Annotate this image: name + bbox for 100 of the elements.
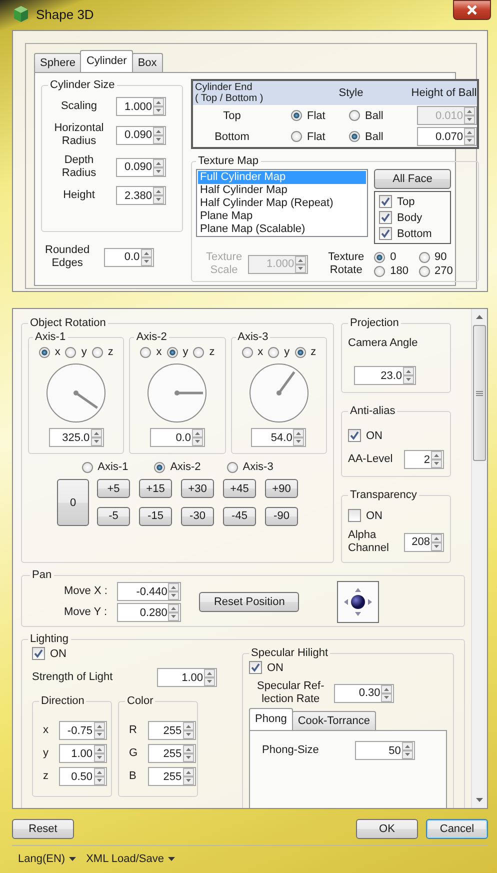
- radio-label[interactable]: Ball: [365, 130, 384, 142]
- radio-label[interactable]: x: [258, 346, 264, 358]
- checkbox[interactable]: [379, 195, 392, 208]
- dropdown-menu[interactable]: XML Load/Save: [86, 853, 175, 865]
- spin-arrows-icon[interactable]: [168, 583, 180, 600]
- number-field[interactable]: -0.75: [58, 721, 106, 740]
- spin-arrows-icon[interactable]: [182, 745, 194, 762]
- radio-button[interactable]: [291, 131, 302, 142]
- radio-button[interactable]: [374, 252, 386, 262]
- cancel-button[interactable]: Cancel: [426, 819, 488, 839]
- radio-button[interactable]: [349, 131, 360, 142]
- angle-dial[interactable]: [248, 363, 309, 423]
- radio-button[interactable]: [294, 346, 306, 358]
- radio-label[interactable]: 180: [390, 265, 409, 277]
- radio-button[interactable]: [242, 346, 253, 358]
- radio-label[interactable]: x: [156, 346, 162, 358]
- number-field[interactable]: 0.30: [334, 684, 394, 702]
- texture-map-list[interactable]: Full Cylinder Map Half Cylinder Map Half Cylinder Map (Repeat) Plane Map Plane Map (Scalable): [196, 169, 368, 237]
- radio-label[interactable]: z: [108, 346, 114, 358]
- number-field[interactable]: 0.0: [104, 248, 154, 266]
- number-field[interactable]: 255: [148, 744, 196, 763]
- number-field[interactable]: 0.090: [116, 158, 166, 176]
- reset-position-button[interactable]: Reset Position: [199, 592, 300, 612]
- number-field[interactable]: 50: [354, 741, 415, 760]
- radio-button[interactable]: [92, 346, 103, 358]
- radio-button[interactable]: [418, 266, 430, 276]
- spin-arrows-icon[interactable]: [168, 604, 180, 621]
- radio-button[interactable]: [166, 346, 178, 358]
- tab[interactable]: Box: [132, 53, 163, 72]
- radio-label[interactable]: z: [310, 346, 316, 358]
- spin-arrows-icon[interactable]: [403, 367, 414, 384]
- spin-arrows-icon[interactable]: [182, 722, 194, 739]
- spin-arrows-icon[interactable]: [94, 745, 104, 762]
- number-field[interactable]: 23.0: [354, 366, 416, 385]
- zero-button[interactable]: 0: [57, 479, 89, 526]
- radio-label[interactable]: x: [54, 346, 60, 358]
- tab[interactable]: Phong: [249, 708, 293, 730]
- checkbox-label[interactable]: ON: [366, 510, 382, 522]
- dropdown-menu[interactable]: Lang(EN): [18, 853, 76, 865]
- step-button[interactable]: -45: [223, 506, 256, 526]
- number-field[interactable]: 2: [404, 450, 444, 469]
- angle-dial[interactable]: [147, 363, 208, 423]
- number-field[interactable]: 255: [148, 721, 196, 740]
- angle-dial[interactable]: [46, 363, 106, 423]
- radio-label[interactable]: y: [81, 346, 87, 358]
- number-field[interactable]: -0.440: [117, 582, 182, 601]
- spin-arrows-icon[interactable]: [90, 429, 102, 446]
- list-item[interactable]: Plane Map: [198, 210, 366, 223]
- radio-button[interactable]: [226, 462, 238, 472]
- step-button[interactable]: -5: [97, 506, 130, 526]
- spin-arrows-icon[interactable]: [431, 534, 442, 550]
- radio-button[interactable]: [418, 252, 430, 262]
- spin-arrows-icon[interactable]: [464, 128, 475, 145]
- radio-label[interactable]: Axis-1: [98, 461, 128, 473]
- spin-arrows-icon[interactable]: [140, 248, 152, 266]
- number-field[interactable]: 325.0: [48, 428, 104, 447]
- scroll-up-icon[interactable]: [475, 314, 484, 320]
- radio-button[interactable]: [193, 346, 204, 358]
- step-button[interactable]: +30: [181, 479, 214, 498]
- radio-label[interactable]: 270: [434, 265, 453, 277]
- checkbox-label[interactable]: ON: [366, 430, 382, 442]
- step-button[interactable]: -90: [265, 506, 298, 526]
- spin-arrows-icon[interactable]: [204, 669, 215, 686]
- radio-label[interactable]: Axis-2: [170, 461, 201, 473]
- number-field[interactable]: 1.000: [116, 97, 166, 116]
- radio-button[interactable]: [374, 266, 386, 276]
- pan-pad[interactable]: [337, 581, 380, 623]
- number-field[interactable]: 2.380: [116, 186, 166, 205]
- list-item[interactable]: Plane Map (Scalable): [198, 223, 366, 236]
- tab[interactable]: Sphere: [34, 53, 82, 72]
- spin-arrows-icon[interactable]: [94, 768, 104, 785]
- close-button[interactable]: [453, 0, 491, 20]
- radio-button[interactable]: [154, 462, 166, 472]
- spin-arrows-icon[interactable]: [192, 429, 203, 446]
- radio-label[interactable]: y: [284, 346, 290, 358]
- radio-button[interactable]: [65, 346, 76, 358]
- step-button[interactable]: +45: [223, 479, 256, 498]
- spin-arrows-icon[interactable]: [182, 768, 194, 785]
- checkbox-label[interactable]: Top: [397, 196, 415, 208]
- list-item[interactable]: Half Cylinder Map: [198, 184, 366, 197]
- radio-button[interactable]: [140, 346, 152, 358]
- checkbox[interactable]: [348, 509, 361, 522]
- number-field[interactable]: 0.070: [417, 127, 477, 146]
- radio-button[interactable]: [268, 346, 280, 358]
- spin-arrows-icon[interactable]: [402, 742, 413, 759]
- number-field[interactable]: 0.280: [117, 603, 182, 622]
- vertical-scrollbar[interactable]: [471, 309, 487, 808]
- spin-arrows-icon[interactable]: [94, 722, 104, 739]
- number-field[interactable]: 0.090: [116, 126, 166, 144]
- number-field[interactable]: 54.0: [251, 428, 306, 447]
- ok-button[interactable]: OK: [356, 819, 418, 839]
- checkbox[interactable]: [249, 661, 262, 674]
- number-field[interactable]: 0.50: [58, 767, 106, 786]
- spin-arrows-icon[interactable]: [293, 429, 304, 446]
- checkbox[interactable]: [379, 227, 392, 240]
- tab[interactable]: Cylinder: [80, 50, 133, 72]
- spin-arrows-icon[interactable]: [153, 126, 164, 144]
- number-field[interactable]: 1.00: [157, 668, 217, 687]
- checkbox-label[interactable]: ON: [267, 662, 284, 674]
- checkbox[interactable]: [379, 211, 392, 224]
